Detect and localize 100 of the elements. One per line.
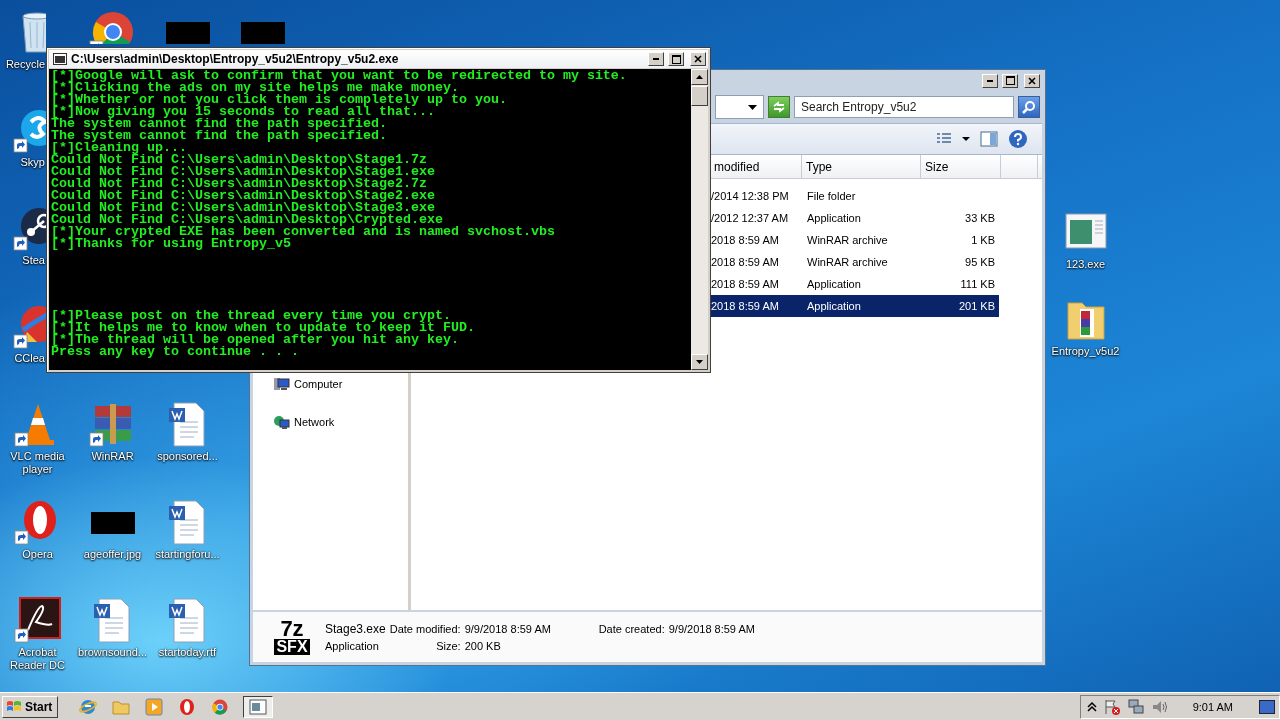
detail-label: Date created:	[598, 623, 665, 635]
table-cell-text: Application	[806, 212, 862, 224]
windows-logo-icon	[6, 699, 22, 714]
detail-value: 9/9/2018 8:59 AM	[668, 623, 755, 635]
down-arrow-icon[interactable]	[696, 360, 703, 364]
icon-label: Opera	[22, 548, 53, 561]
column-header[interactable]: Size	[921, 155, 1001, 178]
icon-label: Stea	[22, 254, 45, 267]
file-row[interactable]: 2018 8:59 AM WinRAR archive 95 KB	[711, 251, 999, 273]
console-line: [*]Cleaning up...	[51, 142, 187, 154]
detail-label: Date modified:	[389, 623, 461, 635]
file-row[interactable]: 2018 8:59 AM Application 111 KB	[711, 273, 999, 295]
file-row[interactable]: 2018 8:59 AM WinRAR archive 1 KB	[711, 229, 999, 251]
console-line: The system cannot find the path specified.	[51, 130, 388, 142]
ring-logo-icon	[178, 697, 197, 716]
clock[interactable]: 9:01 AM	[1192, 700, 1233, 713]
table-cell-text: WinRAR archive	[806, 234, 889, 246]
icon-label: sponsored...	[157, 450, 218, 463]
start-button[interactable]: Start	[2, 695, 59, 718]
file-row[interactable]: /2014 12:38 PM File folder	[711, 185, 999, 207]
nav-item[interactable]: Computer	[273, 375, 408, 393]
console-line: [*]Your crypted EXE has been converted and is named svchost.vbs	[51, 226, 556, 238]
icon-label: brownsound...	[77, 646, 148, 659]
console-line: [*]The thread will be opened after you hit any key.	[51, 334, 460, 346]
refresh-icon	[772, 101, 786, 113]
console-line: [*]Thanks for using Entropy_v5	[51, 238, 292, 250]
table-cell-text: 2018 8:59 AM	[711, 300, 780, 312]
console-line: Could Not Find C:\Users\admin\Desktop\Stage1.exe	[51, 166, 436, 178]
table-cell-text: /2012 12:37 AM	[711, 212, 790, 224]
console-line: [*]Whether or not you click them is completely up to you.	[51, 94, 508, 106]
scrollbar-thumb[interactable]	[691, 86, 708, 106]
close-button[interactable]	[690, 52, 706, 66]
preview-pane-icon	[980, 131, 998, 147]
globe-e-icon	[79, 697, 98, 716]
computer-icon	[273, 376, 290, 392]
console-window-icon	[249, 698, 268, 715]
table-cell-text: 1 KB	[970, 234, 996, 246]
help-button[interactable]	[1008, 129, 1028, 149]
console-line: The system cannot find the path specified.	[51, 118, 388, 130]
detail-label: Size:	[435, 640, 461, 652]
network-globe-icon	[273, 414, 290, 430]
console-line: [*]Now giving you 15 seconds to read all that...	[51, 106, 435, 118]
chevron-up-icon[interactable]	[1086, 700, 1097, 713]
icon-label: startoday.rtf	[158, 646, 217, 659]
view-options-button[interactable]	[936, 132, 970, 146]
play-icon	[145, 697, 164, 716]
caret-icon[interactable]	[748, 104, 757, 110]
table-cell-text: Application	[806, 278, 862, 290]
table-cell-text: Application	[806, 300, 862, 312]
minimize-button[interactable]	[982, 73, 998, 88]
console-line: [*]Please post on the thread every time you crypt.	[51, 310, 451, 322]
maximize-icon	[671, 54, 681, 64]
console-line: Press any key to continue . . .	[51, 346, 300, 358]
icon-label: WinRAR	[91, 450, 134, 463]
icon-label: ageoffer.jpg	[83, 548, 142, 561]
refresh-button[interactable]	[768, 96, 790, 118]
icon-label: Skyp	[20, 156, 45, 169]
table-cell-text: 2018 8:59 AM	[711, 256, 780, 268]
close-icon	[694, 55, 702, 63]
search-button[interactable]	[1018, 96, 1040, 118]
taskbar-button[interactable]	[243, 695, 274, 718]
help-icon	[1008, 129, 1028, 149]
console-line: [*]Clicking the ads on my site helps me make money.	[51, 82, 459, 94]
icon-label: Entropy_v5u2	[1051, 345, 1120, 358]
table-cell-text: 201 KB	[957, 300, 996, 312]
icon-label: CClea	[14, 352, 45, 365]
nav-item[interactable]: Network	[273, 413, 408, 431]
column-header[interactable]: Type	[802, 155, 921, 178]
close-button[interactable]	[1024, 73, 1040, 88]
file-name: Stage3.exe	[325, 622, 386, 636]
search-field[interactable]: Search Entropy_v5u2	[794, 96, 1014, 118]
file-row[interactable]: 2018 8:59 AM Application 201 KB	[711, 295, 999, 317]
console-line: Could Not Find C:\Users\admin\Desktop\Crypted.exe	[51, 214, 443, 226]
console-line: [*]Google will ask to confirm that you want to be redirected to my site.	[51, 70, 628, 82]
table-cell-text: WinRAR archive	[806, 256, 889, 268]
show-desktop-icon[interactable]	[1259, 699, 1275, 714]
console-line: Could Not Find C:\Users\admin\Desktop\Stage2.exe	[51, 190, 436, 202]
scrollbar[interactable]	[691, 69, 708, 370]
minimize-icon	[987, 79, 993, 82]
maximize-icon	[1005, 76, 1015, 85]
flag-warning-icon[interactable]	[1102, 697, 1121, 716]
icon-label: 123.exe	[1065, 258, 1106, 271]
console-line: [*]It helps me to know when to update to keep it FUD.	[51, 322, 476, 334]
icon-label: startingforu...	[155, 548, 220, 561]
maximize-button[interactable]	[1002, 73, 1018, 88]
browser-icon	[211, 697, 230, 716]
address-field[interactable]	[715, 95, 764, 119]
up-arrow-icon[interactable]	[696, 75, 703, 79]
file-row[interactable]: /2012 12:37 AM Application 33 KB	[711, 207, 999, 229]
maximize-button[interactable]	[668, 52, 684, 66]
minimize-icon	[653, 58, 659, 60]
list-view-icon	[936, 132, 970, 146]
pdf-reader-icon[interactable]	[13, 596, 62, 644]
console-line: Could Not Find C:\Users\admin\Desktop\Stage3.exe	[51, 202, 435, 214]
minimize-button[interactable]	[648, 52, 664, 66]
file-type: Application	[325, 640, 380, 652]
icon-label: VLC media player	[9, 450, 66, 476]
network-icon[interactable]	[1126, 697, 1145, 716]
icon-label: Acrobat Reader DC	[9, 646, 66, 672]
table-cell-text: 95 KB	[964, 256, 996, 268]
